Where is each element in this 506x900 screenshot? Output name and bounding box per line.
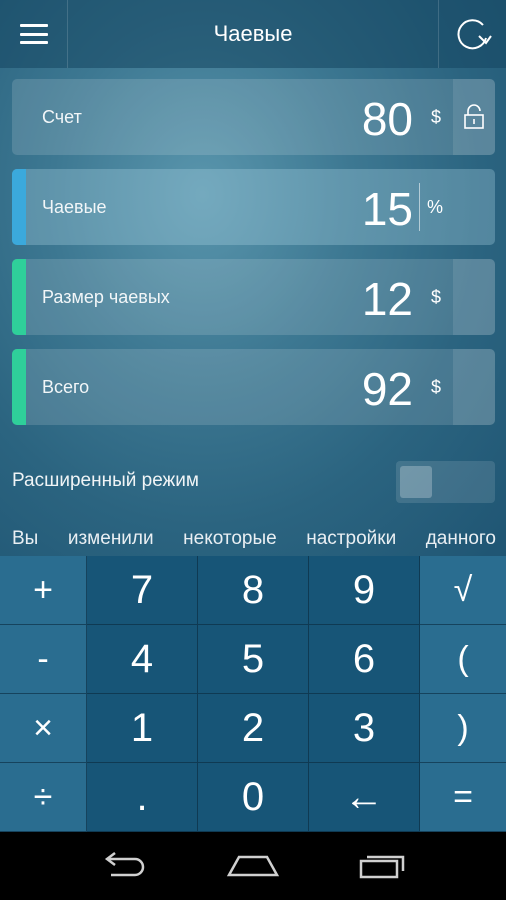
keypad: + 7 8 9 √ - 4 5 6 ( × 1 2 3 ) ÷ . 0 ← = [0, 556, 506, 832]
refresh-icon [457, 19, 492, 50]
recent-apps-icon [359, 855, 404, 879]
notice-word: данного [425, 528, 496, 549]
toggle-knob [400, 466, 432, 498]
tip-amount-side [453, 259, 495, 335]
lock-button[interactable] [453, 79, 495, 155]
key-plus[interactable]: + [0, 556, 87, 625]
tip-percent-label: Чаевые [42, 197, 107, 217]
bill-field[interactable]: Счет 80 $ [12, 79, 495, 155]
hamburger-icon [19, 24, 48, 44]
tip-amount-field[interactable]: Размер чаевых 12 $ [12, 259, 495, 335]
key-3[interactable]: 3 [309, 694, 420, 763]
tip-amount-accent [12, 259, 26, 335]
total-field[interactable]: Всего 92 $ [12, 349, 495, 425]
refresh-button[interactable] [438, 0, 506, 68]
key-open-paren[interactable]: ( [420, 625, 506, 694]
system-nav-bar [0, 832, 506, 900]
advanced-mode-label: Расширенный режим [12, 470, 199, 491]
key-sqrt[interactable]: √ [420, 556, 506, 625]
total-unit: $ [430, 377, 441, 397]
key-0[interactable]: 0 [198, 763, 309, 832]
key-9[interactable]: 9 [309, 556, 420, 625]
total-value[interactable]: 92 [362, 349, 413, 425]
key-7[interactable]: 7 [87, 556, 198, 625]
tip-amount-unit: $ [430, 287, 441, 307]
key-close-paren[interactable]: ) [420, 694, 506, 763]
advanced-mode-toggle[interactable] [396, 461, 495, 503]
settings-notice: Вы изменили некоторые настройки данного [12, 528, 496, 550]
key-6[interactable]: 6 [309, 625, 420, 694]
page-title: Чаевые [213, 21, 293, 46]
key-multiply[interactable]: × [0, 694, 87, 763]
lock-icon [464, 104, 484, 129]
back-button[interactable] [94, 846, 154, 886]
tip-percent-unit: % [426, 197, 443, 217]
notice-word: Вы [12, 528, 39, 549]
key-5[interactable]: 5 [198, 625, 309, 694]
key-4[interactable]: 4 [87, 625, 198, 694]
key-backspace[interactable]: ← [309, 763, 420, 832]
tip-percent-value[interactable]: 15 [362, 169, 413, 245]
total-side [453, 349, 495, 425]
notice-word: настройки [306, 528, 397, 549]
key-decimal[interactable]: . [87, 763, 198, 832]
notice-word: изменили [67, 528, 154, 549]
back-icon [105, 852, 145, 877]
top-bar: Чаевые [0, 0, 506, 68]
key-divide[interactable]: ÷ [0, 763, 87, 832]
home-icon [226, 855, 280, 877]
total-accent [12, 349, 26, 425]
cursor [419, 183, 420, 231]
bill-value[interactable]: 80 [362, 79, 413, 155]
tip-amount-value[interactable]: 12 [362, 259, 413, 335]
notice-word: некоторые [183, 528, 277, 549]
menu-button[interactable] [0, 0, 68, 68]
key-8[interactable]: 8 [198, 556, 309, 625]
tip-percent-field[interactable]: Чаевые 15 % [12, 169, 495, 245]
key-2[interactable]: 2 [198, 694, 309, 763]
recent-apps-button[interactable] [352, 846, 412, 886]
tip-percent-accent [12, 169, 26, 245]
home-button[interactable] [223, 846, 283, 886]
key-1[interactable]: 1 [87, 694, 198, 763]
total-label: Всего [42, 377, 90, 397]
bill-unit: $ [430, 107, 441, 127]
key-equals[interactable]: = [420, 763, 506, 832]
bill-label: Счет [42, 107, 82, 127]
key-minus[interactable]: - [0, 625, 87, 694]
tip-amount-label: Размер чаевых [42, 287, 170, 307]
